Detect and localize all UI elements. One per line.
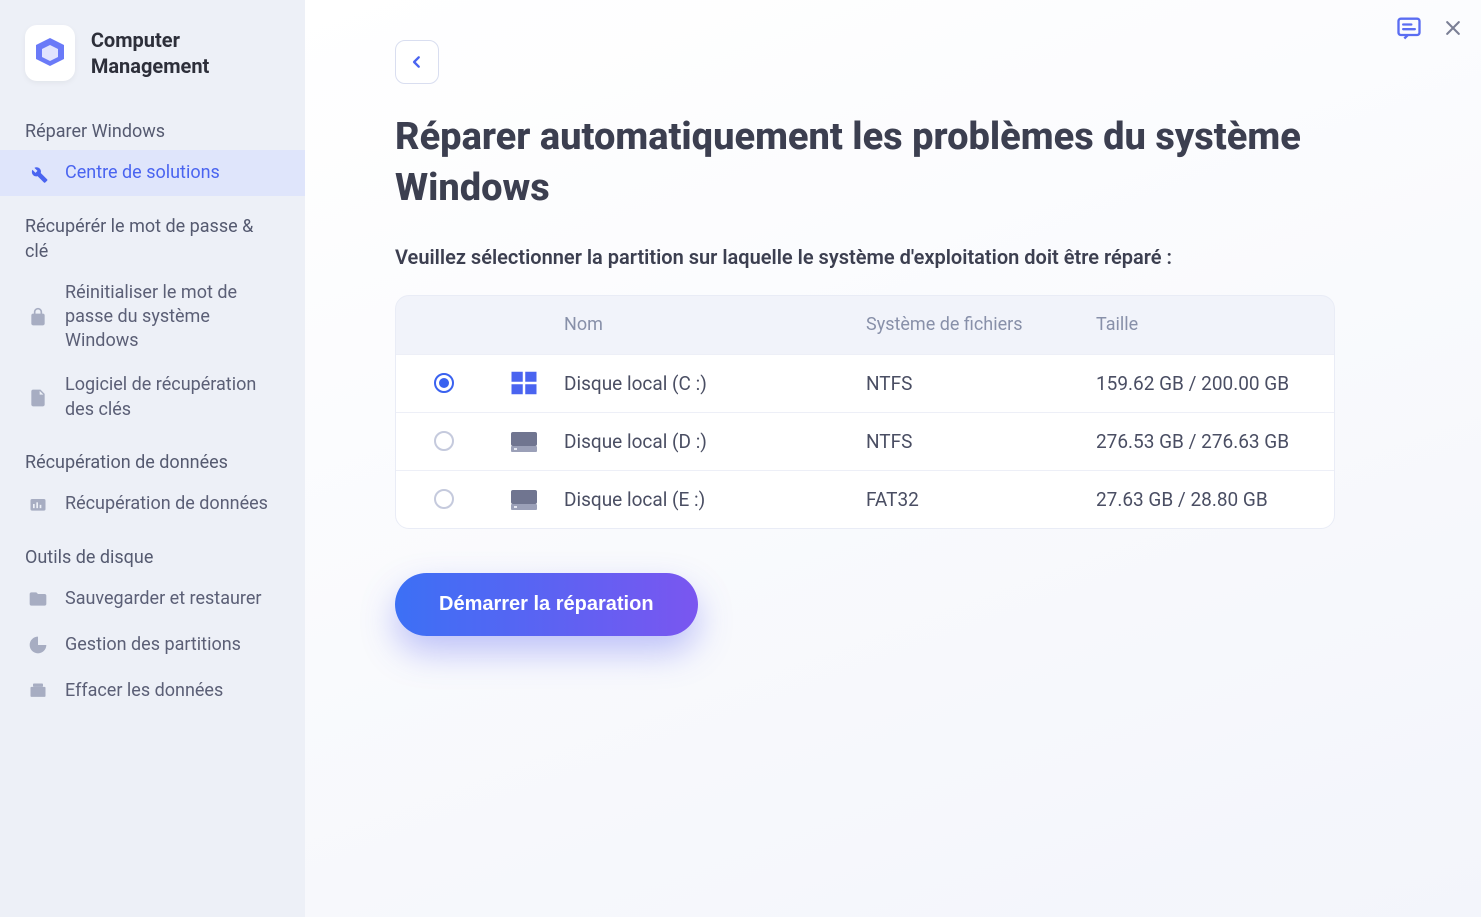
- drive-icon: [484, 428, 564, 454]
- sidebar-item-label: Effacer les données: [65, 679, 223, 703]
- sidebar-item-label: Sauvegarder et restaurer: [65, 587, 262, 611]
- data-recover-icon: [25, 491, 51, 517]
- wrench-icon: [25, 160, 51, 186]
- col-header-name: Nom: [564, 314, 866, 335]
- table-header-row: Nom Système de fichiers Taille: [396, 296, 1334, 354]
- lock-icon: [25, 304, 51, 330]
- sidebar-item-key-recovery[interactable]: Logiciel de récupération des clés: [0, 363, 305, 432]
- section-header: Réparer Windows: [0, 101, 305, 150]
- page-subtitle: Veuillez sélectionner la partition sur l…: [395, 245, 1411, 269]
- section-header: Récupération de données: [0, 432, 305, 481]
- sidebar-item-label: Centre de solutions: [65, 161, 220, 185]
- col-header-size: Taille: [1096, 314, 1326, 335]
- partition-name: Disque local (E :): [564, 488, 866, 511]
- sidebar-item-label: Récupération de données: [65, 492, 268, 516]
- app-logo-block: Computer Management: [0, 25, 305, 101]
- feedback-icon[interactable]: [1395, 14, 1423, 46]
- partition-row[interactable]: Disque local (D :) NTFS 276.53 GB / 276.…: [396, 412, 1334, 470]
- backup-icon: [25, 586, 51, 612]
- partition-radio[interactable]: [434, 431, 454, 451]
- sidebar-item-backup[interactable]: Sauvegarder et restaurer: [0, 576, 305, 622]
- partition-fs: NTFS: [866, 372, 1096, 395]
- close-icon[interactable]: [1443, 18, 1463, 42]
- sidebar-item-partitions[interactable]: Gestion des partitions: [0, 622, 305, 668]
- app-logo-icon: [25, 25, 75, 81]
- section-header: Récupérér le mot de passe & clé: [0, 196, 305, 270]
- sidebar: Computer Management Réparer Windows Cent…: [0, 0, 305, 917]
- sidebar-item-label: Gestion des partitions: [65, 633, 241, 657]
- partition-radio[interactable]: [434, 489, 454, 509]
- app-name: Computer Management: [91, 27, 280, 79]
- section-header: Outils de disque: [0, 527, 305, 576]
- partition-size: 159.62 GB / 200.00 GB: [1096, 372, 1326, 395]
- col-header-fs: Système de fichiers: [866, 314, 1096, 335]
- drive-icon: [484, 486, 564, 512]
- sidebar-item-erase[interactable]: Effacer les données: [0, 668, 305, 714]
- sidebar-item-label: Réinitialiser le mot de passe du système…: [65, 281, 280, 354]
- start-repair-button[interactable]: Démarrer la réparation: [395, 573, 698, 636]
- main-content: Réparer automatiquement les problèmes du…: [305, 0, 1481, 917]
- windows-drive-icon: [484, 368, 564, 398]
- erase-icon: [25, 678, 51, 704]
- sidebar-item-solutions[interactable]: Centre de solutions: [0, 150, 305, 196]
- partition-size: 27.63 GB / 28.80 GB: [1096, 488, 1326, 511]
- partition-name: Disque local (C :): [564, 372, 866, 395]
- key-doc-icon: [25, 385, 51, 411]
- partition-fs: FAT32: [866, 488, 1096, 511]
- back-button[interactable]: [395, 40, 439, 84]
- sidebar-item-reset-password[interactable]: Réinitialiser le mot de passe du système…: [0, 271, 305, 364]
- page-title: Réparer automatiquement les problèmes du…: [395, 112, 1355, 215]
- partition-row[interactable]: Disque local (E :) FAT32 27.63 GB / 28.8…: [396, 470, 1334, 528]
- partition-name: Disque local (D :): [564, 430, 866, 453]
- partition-fs: NTFS: [866, 430, 1096, 453]
- partition-row[interactable]: Disque local (C :) NTFS 159.62 GB / 200.…: [396, 354, 1334, 412]
- partition-table: Nom Système de fichiers Taille Disque lo…: [395, 295, 1335, 529]
- partition-icon: [25, 632, 51, 658]
- chevron-left-icon: [410, 54, 424, 70]
- partition-size: 276.53 GB / 276.63 GB: [1096, 430, 1326, 453]
- sidebar-item-data-recovery[interactable]: Récupération de données: [0, 481, 305, 527]
- sidebar-item-label: Logiciel de récupération des clés: [65, 373, 280, 422]
- partition-radio[interactable]: [434, 373, 454, 393]
